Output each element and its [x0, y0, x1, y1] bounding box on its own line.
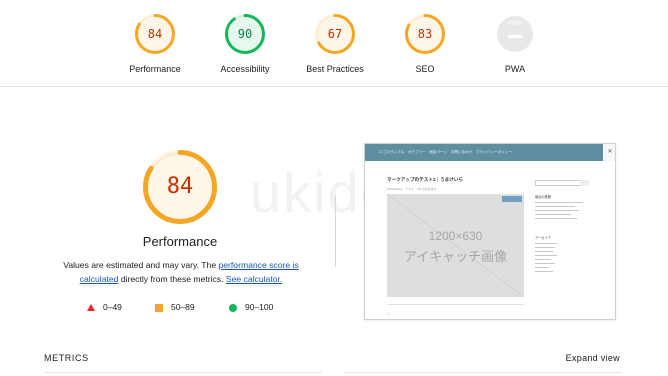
- main-category-title: Performance: [142, 234, 218, 249]
- description-text: Values are estimated and may vary. The: [63, 260, 219, 270]
- main-score: 84: [166, 174, 194, 199]
- sidebar-line: [535, 258, 551, 260]
- post-title: マークアップのテスト2｜うまけいら: [387, 177, 464, 182]
- sidebar-line: [535, 217, 577, 219]
- sidebar-line: [535, 205, 575, 207]
- search-input: [535, 180, 585, 186]
- circle-icon: [229, 303, 237, 312]
- gauge-score: 83: [417, 27, 433, 41]
- gauge-performance[interactable]: 84 Performance: [110, 14, 200, 74]
- gauge-circle: 67: [315, 14, 355, 54]
- legend-label: 0–49: [103, 302, 122, 312]
- legend-pass: 90–100: [229, 302, 273, 312]
- sidebar-line: [535, 270, 553, 272]
- score-description: Values are estimated and may vary. The p…: [50, 258, 312, 286]
- sidebar-line: [535, 242, 557, 244]
- post-meta: 2020.04.01 テスト 2分で読めます: [387, 187, 437, 191]
- gauge-label: Performance: [129, 64, 181, 74]
- expand-view-toggle[interactable]: Expand view: [566, 353, 620, 363]
- final-screenshot[interactable]: ロゴスサンプル カテゴリー 固定ページ お問い合わせ プライバシーポリシー ✕ …: [364, 143, 616, 320]
- search-box: [535, 180, 591, 186]
- sidebar-line: [535, 201, 583, 203]
- gauge-circle: 90: [225, 14, 265, 54]
- gauge-circle: 84: [135, 14, 175, 54]
- site-footer: ⓒ: [387, 312, 391, 316]
- divider: [335, 195, 336, 267]
- search-button: [580, 180, 589, 186]
- gauge-circle: 83: [405, 14, 445, 54]
- legend-label: 90–100: [245, 302, 274, 312]
- sidebar-line: [535, 209, 579, 211]
- gauge-label: Best Practices: [306, 64, 364, 74]
- sidebar: 最近の投稿 アーカイブ: [535, 180, 591, 272]
- image-caption-text: アイキャッチ画像: [403, 249, 508, 264]
- metrics-divider: [344, 372, 622, 373]
- sidebar-line: [535, 254, 557, 256]
- gauge-score: 67: [327, 27, 343, 41]
- gauge-seo[interactable]: 83 SEO: [380, 14, 470, 74]
- gauge-score: 90: [237, 27, 253, 41]
- gauge-accessibility[interactable]: 90 Accessibility: [200, 14, 290, 74]
- sidebar-line: [535, 246, 555, 248]
- metrics-heading: METRICS: [44, 353, 89, 363]
- calculator-link[interactable]: See calculator.: [226, 274, 282, 284]
- gauge-best-practices[interactable]: 67 Best Practices: [290, 14, 380, 74]
- legend-fail: 0–49: [87, 302, 122, 312]
- content-divider: [387, 304, 524, 305]
- image-size-text: 1200×630: [428, 229, 483, 243]
- sidebar-heading: 最近の投稿: [535, 195, 551, 199]
- legend-label: 50–89: [171, 302, 195, 312]
- sidebar-line: [535, 250, 553, 252]
- score-summary-bar: 84 Performance 90 Accessibility 67 Best …: [0, 0, 668, 87]
- triangle-icon: [87, 304, 95, 312]
- featured-image-placeholder: 1200×630 アイキャッチ画像: [387, 194, 524, 297]
- site-header: ロゴスサンプル カテゴリー 固定ページ お問い合わせ プライバシーポリシー ✕: [365, 144, 615, 161]
- dash-icon: [508, 35, 522, 38]
- gauge-label: PWA: [504, 64, 526, 74]
- description-text: directly from these metrics.: [118, 274, 226, 284]
- pwa-badge: PWA: [497, 16, 533, 52]
- sidebar-line: [535, 266, 549, 268]
- main-performance-gauge: 84: [143, 150, 217, 224]
- square-icon: [155, 303, 163, 312]
- close-icon: ✕: [603, 144, 615, 161]
- gauge-label: SEO: [415, 64, 435, 74]
- sidebar-line: [535, 262, 555, 264]
- legend-average: 50–89: [155, 302, 195, 312]
- site-nav: ロゴスサンプル カテゴリー 固定ページ お問い合わせ プライバシーポリシー: [379, 150, 512, 154]
- sidebar-line: [535, 213, 571, 215]
- pwa-badge-text: PWA: [507, 21, 523, 27]
- gauge-pwa[interactable]: PWA PWA: [470, 14, 560, 74]
- metrics-divider: [44, 372, 322, 373]
- category-badge: [502, 196, 522, 202]
- sidebar-heading: アーカイブ: [535, 236, 551, 240]
- gauge-label: Accessibility: [220, 64, 270, 74]
- gauge-score: 84: [147, 27, 163, 41]
